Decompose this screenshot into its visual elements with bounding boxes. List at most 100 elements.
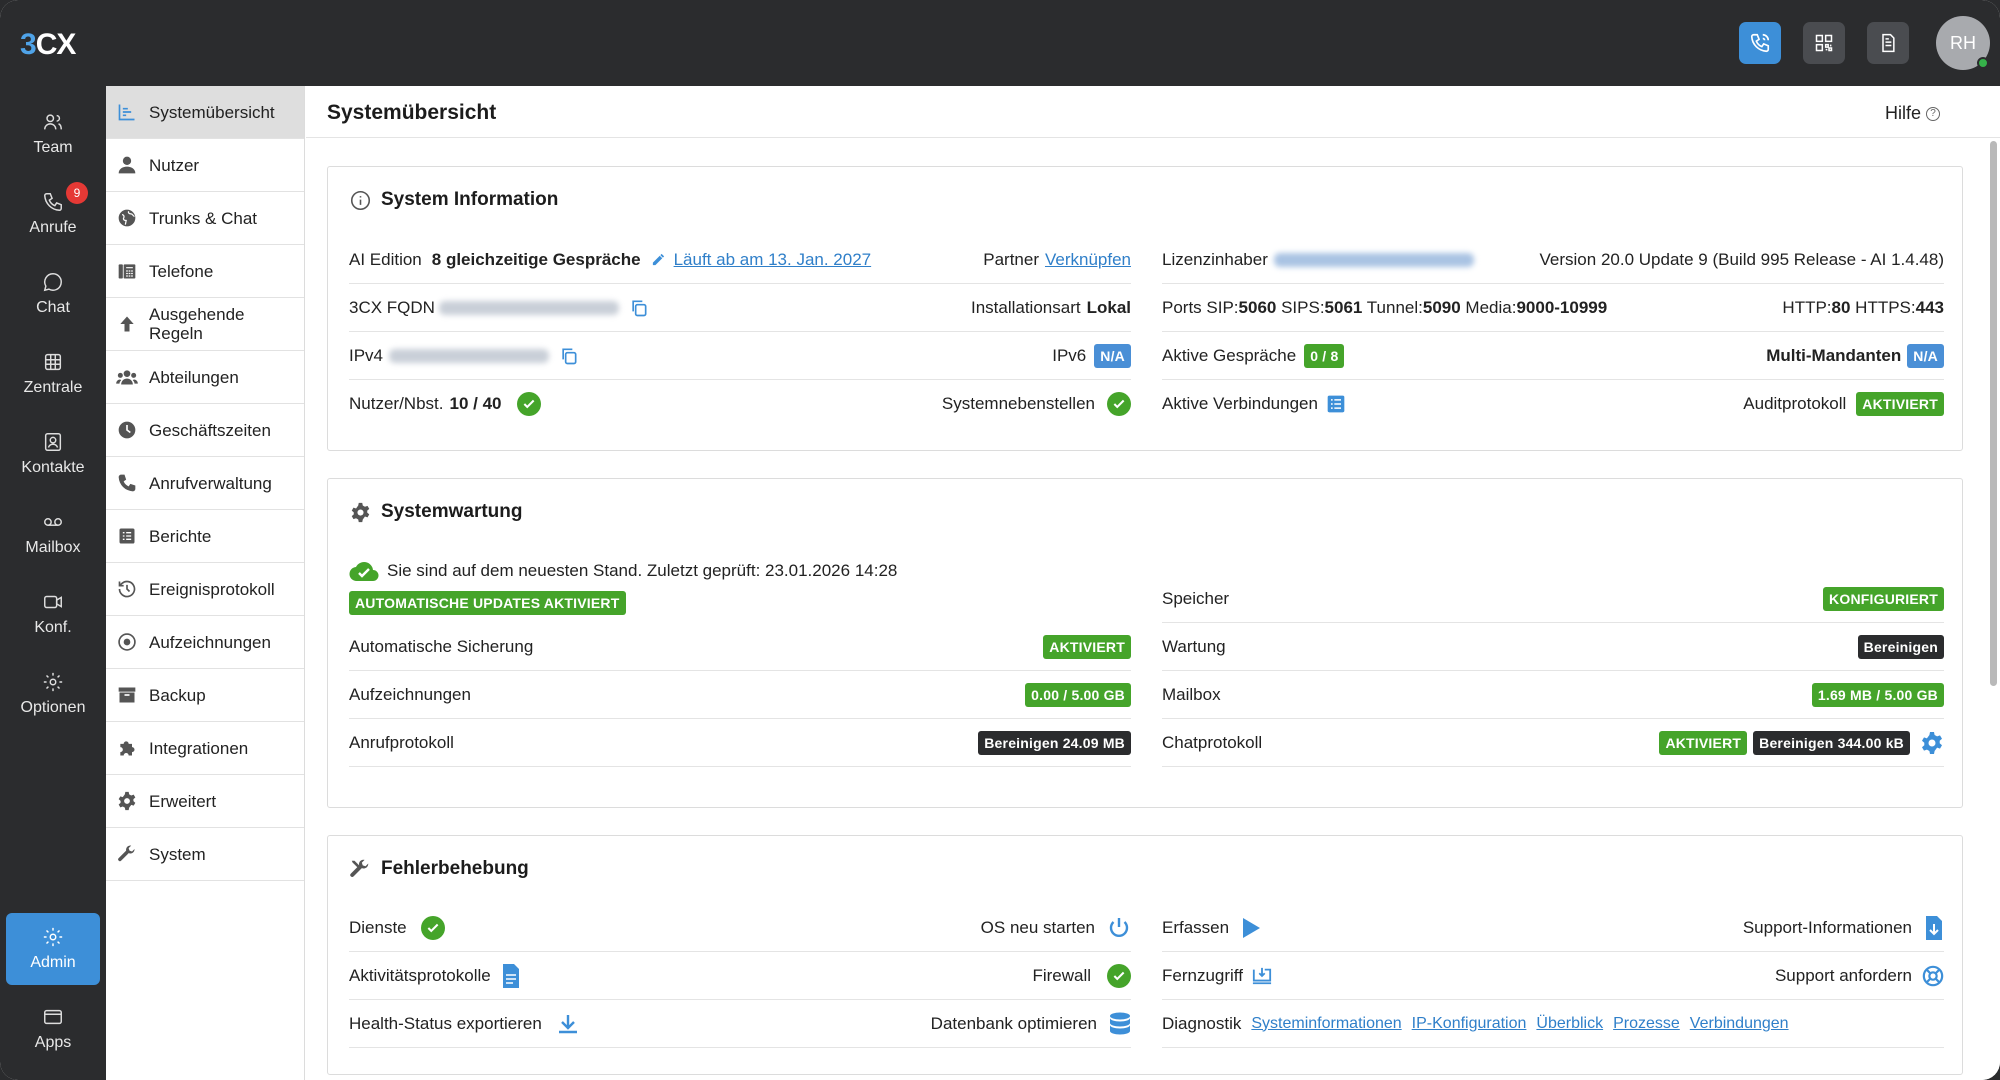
card-title: Systemwartung	[349, 501, 522, 523]
chat-log-cleanup-button[interactable]: Bereinigen 344.00 kB	[1753, 730, 1910, 755]
auto-updates-badge: AUTOMATISCHE UPDATES AKTIVIERT	[349, 591, 626, 615]
rail-item-contacts[interactable]: Kontakte	[6, 418, 100, 490]
qr-code-button[interactable]	[1803, 22, 1845, 64]
rail-item-mailbox[interactable]: Mailbox	[6, 498, 100, 570]
check-icon	[1107, 963, 1131, 988]
rail-item-calls[interactable]: Anrufe 9	[6, 178, 100, 250]
menu-item-outbound-rules[interactable]: Ausgehende Regeln	[106, 298, 304, 351]
menu-label: Nutzer	[149, 155, 200, 175]
rail-label: Optionen	[20, 699, 86, 716]
help-link[interactable]: Hilfe?	[1885, 103, 1940, 124]
mailbox-usage-badge: 1.69 MB / 5.00 GB	[1811, 682, 1944, 707]
expiry-link[interactable]: Läuft ab am 13. Jan. 2027	[651, 250, 871, 270]
database-icon[interactable]	[1109, 1012, 1131, 1036]
menu-item-backup[interactable]: Backup	[106, 669, 304, 722]
scrollbar[interactable]	[1990, 141, 1997, 686]
menu-label: Berichte	[149, 526, 212, 546]
license-holder-label: Lizenzinhaber	[1162, 249, 1268, 269]
maintenance-cleanup-button[interactable]: Bereinigen	[1857, 634, 1944, 659]
auto-backup-row: Automatische Sicherung AKTIVIERT	[349, 623, 1131, 671]
app-logo[interactable]: 3CX	[20, 28, 76, 62]
menu-item-system[interactable]: System	[106, 828, 304, 881]
menu-item-trunks[interactable]: Trunks & Chat	[106, 192, 304, 245]
diag-link-connections[interactable]: Verbindungen	[1690, 1015, 1789, 1033]
tunnel-port: 5090	[1422, 297, 1461, 317]
rail-item-admin[interactable]: Admin	[6, 913, 100, 985]
rail-item-chat[interactable]: Chat	[6, 258, 100, 330]
contacts-icon	[44, 433, 62, 451]
menu-item-call-handling[interactable]: Anrufverwaltung	[106, 457, 304, 510]
ipv6-na-badge: N/A	[1094, 343, 1131, 368]
chart-icon	[115, 100, 139, 124]
capture-row: Erfassen Support-Informationen	[1162, 904, 1944, 952]
menu-item-office-hours[interactable]: Geschäftszeiten	[106, 404, 304, 457]
ipv4-value-redacted	[389, 348, 550, 363]
maintenance-label: Wartung	[1162, 636, 1226, 656]
rail-item-switchboard[interactable]: Zentrale	[6, 338, 100, 410]
fqdn-row: 3CX FQDN Installationsart Lokal	[349, 284, 1131, 332]
services-row: Dienste OS neu starten	[349, 904, 1131, 952]
rail-label: Admin	[30, 954, 76, 971]
document-button[interactable]	[1867, 22, 1909, 64]
health-export-label: Health-Status exportieren	[349, 1013, 542, 1033]
edition-row: AI Edition 8 gleichzeitige Gespräche Läu…	[349, 236, 1131, 284]
rail-item-conference[interactable]: Konf.	[6, 578, 100, 650]
rail-item-options[interactable]: Optionen	[6, 658, 100, 730]
card-title: System Information	[349, 189, 558, 211]
main-content: Systemübersicht Hilfe? System Informatio…	[306, 86, 2000, 1080]
diag-link-system-info[interactable]: Systeminformationen	[1251, 1015, 1401, 1033]
rail-item-team[interactable]: Team	[6, 98, 100, 170]
power-icon[interactable]	[1107, 916, 1131, 940]
question-icon: ?	[1926, 106, 1940, 121]
rail-label: Kontakte	[21, 459, 85, 476]
menu-item-phones[interactable]: Telefone	[106, 245, 304, 298]
settings-gear-icon[interactable]	[1920, 731, 1944, 755]
gear-icon	[43, 672, 63, 692]
diag-link-overview[interactable]: Überblick	[1536, 1015, 1603, 1033]
menu-item-departments[interactable]: Abteilungen	[106, 351, 304, 404]
card-title-text: Systemwartung	[381, 501, 523, 522]
diag-link-processes[interactable]: Prozesse	[1613, 1015, 1680, 1033]
active-calls-label: Aktive Gespräche	[1162, 345, 1297, 365]
tools-icon	[349, 858, 371, 880]
license-holder-redacted	[1273, 252, 1474, 267]
diag-link-ip-config[interactable]: IP-Konfiguration	[1412, 1015, 1527, 1033]
rail-label: Zentrale	[23, 379, 83, 396]
copy-icon[interactable]	[629, 298, 649, 318]
copy-icon[interactable]	[559, 346, 579, 366]
remote-access-icon[interactable]	[1251, 966, 1273, 986]
menu-item-advanced[interactable]: Erweitert	[106, 775, 304, 828]
arrow-up-icon	[115, 312, 139, 336]
call-log-label: Anrufprotokoll	[349, 732, 454, 752]
menu-label: Geschäftszeiten	[149, 420, 271, 440]
troubleshooting-card: Fehlerbehebung Dienste OS neu starten Ak…	[327, 835, 1963, 1075]
menu-item-event-log[interactable]: Ereignisprotokoll	[106, 563, 304, 616]
install-type-label: Installationsart	[970, 297, 1081, 317]
partner-link[interactable]: Verknüpfen	[1045, 250, 1131, 270]
menu-item-users[interactable]: Nutzer	[106, 139, 304, 192]
menu-item-integrations[interactable]: Integrationen	[106, 722, 304, 775]
play-icon[interactable]	[1241, 917, 1261, 939]
list-icon[interactable]	[1326, 394, 1346, 414]
audit-log-label: Auditprotokoll	[1743, 394, 1847, 413]
document-icon[interactable]	[501, 963, 521, 988]
apps-icon	[44, 1009, 62, 1025]
download-icon[interactable]	[556, 1012, 580, 1036]
menu-label: Backup	[149, 685, 206, 705]
rail-label: Mailbox	[25, 539, 81, 556]
softphone-button[interactable]	[1739, 22, 1781, 64]
system-information-card: System Information AI Edition 8 gleichze…	[327, 166, 1963, 451]
menu-item-recordings[interactable]: Aufzeichnungen	[106, 616, 304, 669]
recordings-usage-badge: 0.00 / 5.00 GB	[1025, 682, 1131, 707]
chat-log-active-badge: AKTIVIERT	[1659, 730, 1748, 755]
update-status-text: Sie sind auf dem neuesten Stand. Zuletzt…	[387, 561, 898, 580]
call-log-cleanup-button[interactable]: Bereinigen 24.09 MB	[978, 730, 1131, 755]
menu-item-reports[interactable]: Berichte	[106, 510, 304, 563]
puzzle-icon	[115, 736, 139, 760]
file-download-icon[interactable]	[1924, 915, 1944, 940]
health-row: Health-Status exportieren Datenbank opti…	[349, 1000, 1131, 1048]
menu-item-system-overview[interactable]: Systemübersicht	[106, 86, 304, 139]
lifebuoy-icon[interactable]	[1922, 965, 1944, 987]
storage-label: Speicher	[1162, 588, 1230, 608]
rail-item-apps[interactable]: Apps	[6, 993, 100, 1065]
